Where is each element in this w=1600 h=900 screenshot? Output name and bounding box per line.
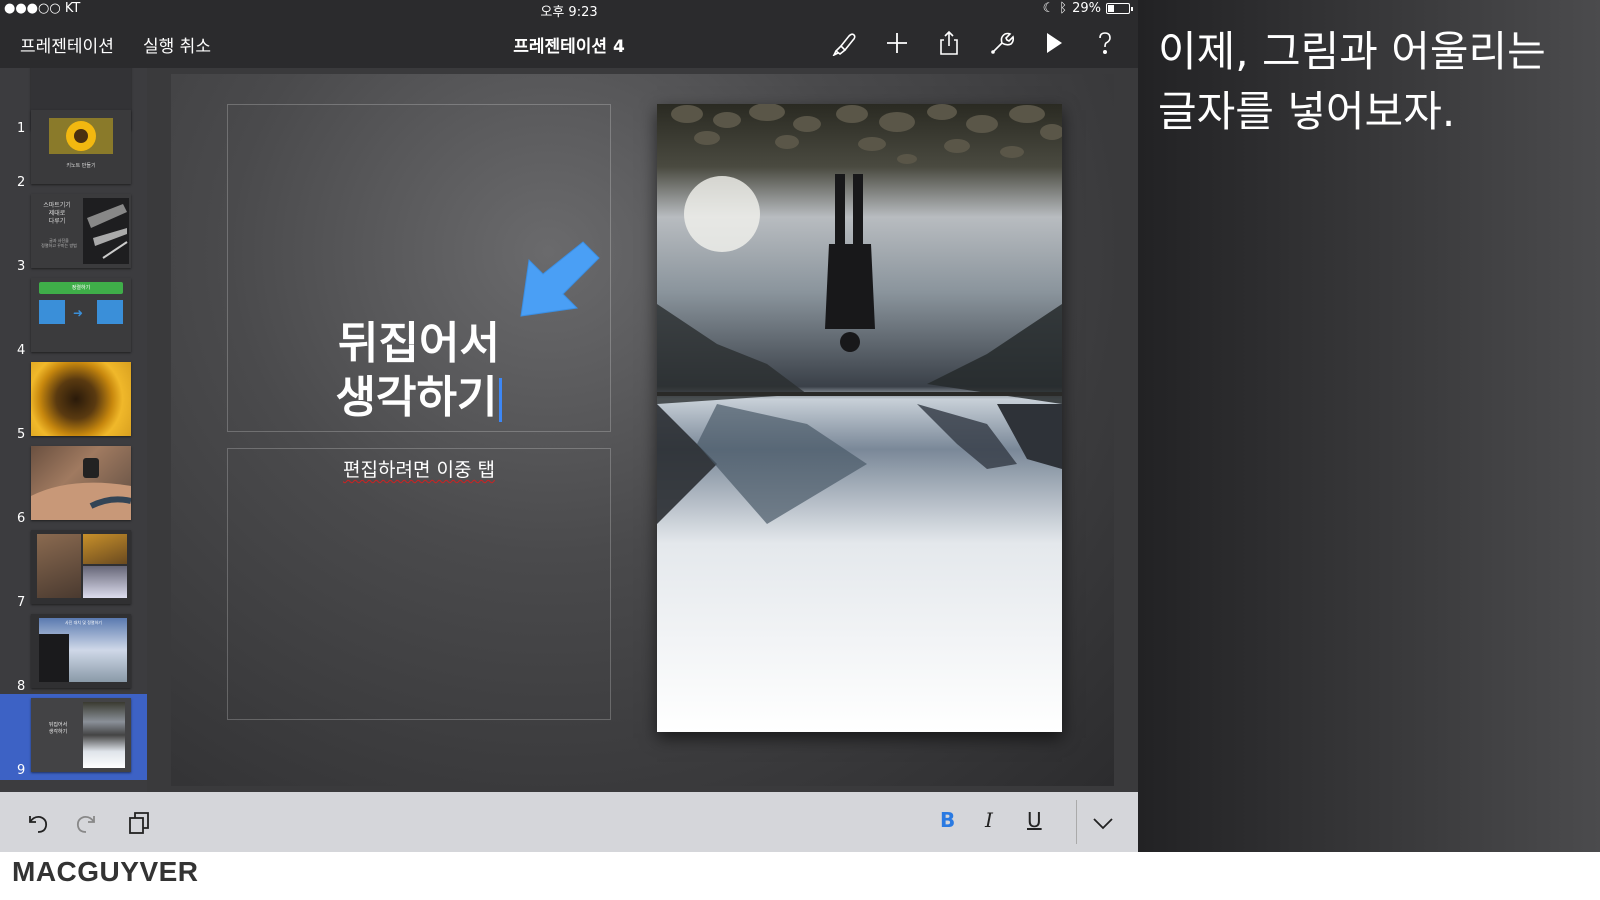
undo-icon[interactable] [22, 808, 52, 838]
format-bar: B I U [0, 792, 1138, 852]
redo-icon[interactable] [72, 808, 102, 838]
underline-button[interactable]: U [1027, 808, 1042, 832]
copy-paste-icon[interactable] [124, 808, 154, 838]
slide-thumbnail-5[interactable]: 5 [0, 358, 147, 444]
slide-number: 4 [17, 343, 26, 358]
moon-icon: ☾ [1042, 1, 1055, 16]
annotation-panel: 이제, 그림과 어울리는 글자를 넣어보자. [1138, 0, 1600, 852]
slide-number: 9 [17, 763, 26, 778]
body-placeholder: 편집하려면 이중 탭 [343, 459, 495, 481]
sunflower-image [49, 118, 113, 154]
divider [1076, 800, 1077, 844]
italic-button[interactable]: I [985, 808, 993, 832]
battery-percent: 29% [1072, 1, 1101, 16]
slide-caption: 글과 사진을 정렬하고 꾸미는 방법 [41, 238, 77, 248]
help-icon[interactable] [1090, 28, 1120, 58]
slide-thumbnail-7[interactable]: 7 [0, 526, 147, 612]
slide-number: 3 [17, 259, 26, 274]
inverted-landscape-photo[interactable] [657, 104, 1062, 732]
slide-canvas: 뒤집어서 생각하기 편집하려면 이중 탭 [147, 68, 1138, 792]
slide-navigator[interactable]: 1 키노트 만들기 2 스마트기기 제대로 다루기 글과 사진을 정렬하고 꾸미… [0, 68, 147, 792]
chevron-down-icon[interactable] [1088, 808, 1118, 838]
slide-caption: 키노트 만들기 [66, 163, 96, 169]
slide-number: 6 [17, 511, 26, 526]
slide-number: 2 [17, 175, 26, 190]
slide-thumbnail-8[interactable]: 사진 대치 및 정렬하기 8 [0, 610, 147, 696]
status-bar: ●●●○○ KT 오후 9:23 ☾ ᛒ 29% [0, 0, 1138, 20]
watch-photo [31, 458, 131, 520]
battery-icon [1106, 3, 1133, 14]
arrow-right-icon: ➜ [73, 306, 84, 320]
app-toolbar: 프레젠테이션 실행 취소 프레젠테이션 4 [0, 18, 1138, 68]
slide-thumbnail-4[interactable]: 정렬하기 ➜ 4 [0, 274, 147, 360]
bold-button[interactable]: B [940, 808, 955, 832]
slide-thumbnail-3[interactable]: 스마트기기 제대로 다루기 글과 사진을 정렬하고 꾸미는 방법 3 [0, 190, 147, 276]
annotation-text: 이제, 그림과 어울리는 글자를 넣어보자. [1158, 27, 1546, 136]
bluetooth-icon: ᛒ [1059, 1, 1068, 16]
slide-number: 5 [17, 427, 26, 442]
slide-title[interactable]: 뒤집어서 생각하기 [228, 317, 610, 425]
wrench-icon[interactable] [986, 28, 1016, 58]
document-title[interactable]: 프레젠테이션 4 [513, 37, 625, 57]
slide-thumbnail-6[interactable]: 6 [0, 442, 147, 528]
paintbrush-icon[interactable] [830, 28, 860, 58]
ipad-screen: ●●●○○ KT 오후 9:23 ☾ ᛒ 29% 프레젠테이션 실행 취소 프레… [0, 0, 1138, 852]
text-cursor [499, 378, 503, 422]
watermark-logo: MACGUYVER [12, 856, 199, 887]
slide-caption: 사진 대치 및 정렬하기 [65, 620, 102, 625]
play-icon[interactable] [1038, 28, 1068, 58]
slide-number: 8 [17, 679, 26, 694]
current-slide[interactable]: 뒤집어서 생각하기 편집하려면 이중 탭 [171, 74, 1114, 786]
slide-thumbnail-2[interactable]: 키노트 만들기 2 [0, 106, 147, 192]
title-line-1: 뒤집어서 [338, 318, 500, 369]
blue-arrow-annotation [520, 241, 600, 317]
slide-number: 7 [17, 595, 26, 610]
presentations-button[interactable]: 프레젠테이션 [20, 32, 114, 57]
slide-title-text: 뒤집어서 생각하기 [48, 722, 68, 735]
title-line-2: 생각하기 [335, 372, 498, 423]
plus-icon[interactable] [882, 28, 912, 58]
body-textbox[interactable]: 편집하려면 이중 탭 [227, 448, 611, 720]
slide-header-label: 정렬하기 [39, 282, 123, 294]
sunflower-closeup-image [31, 362, 131, 436]
undo-text-button[interactable]: 실행 취소 [143, 32, 211, 57]
share-icon[interactable] [934, 28, 964, 58]
slide-thumbnail-9[interactable]: 뒤집어서 생각하기 9 [0, 694, 147, 780]
slide-title-text: 스마트기기 제대로 다루기 [43, 202, 71, 225]
tablet-photo [83, 198, 129, 264]
